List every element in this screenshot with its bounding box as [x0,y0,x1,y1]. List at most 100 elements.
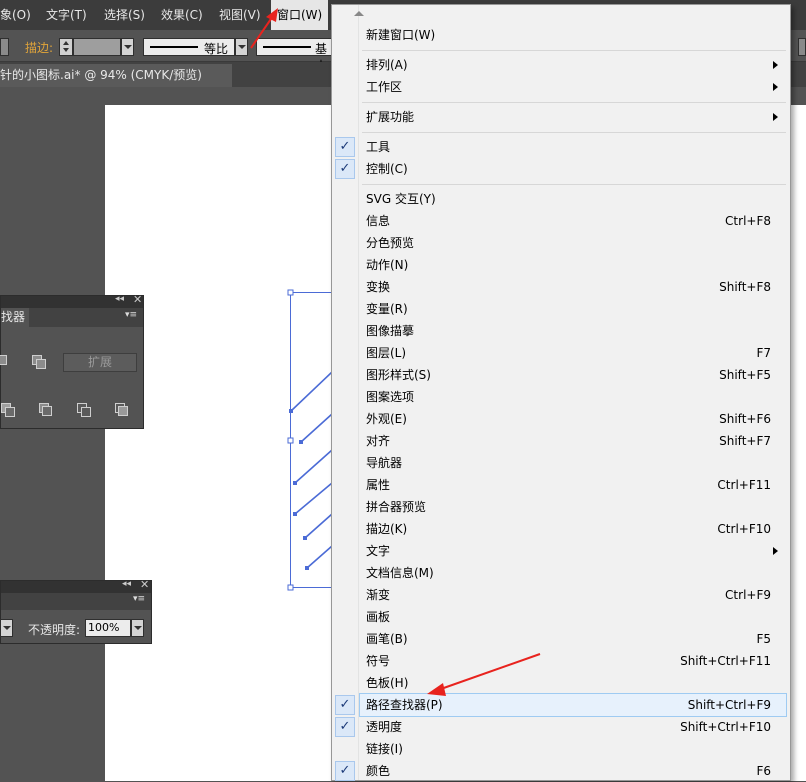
menu-item[interactable]: 新建窗口(W) [360,24,786,46]
menu-item-label: 属性 [366,478,391,492]
pathfinder-merge-icon[interactable] [77,403,91,417]
menu-effect[interactable]: 效果(C) [161,0,203,30]
menu-item[interactable]: 图像描摹 [360,320,786,342]
menu-item[interactable]: 变换 Shift+F8 [360,276,786,298]
menu-item[interactable]: 画板 [360,606,786,628]
menu-item[interactable]: 图层(L) F7 [360,342,786,364]
submenu-arrow-icon [773,61,778,69]
collapse-icon[interactable]: ◂◂ [115,294,124,304]
menu-item[interactable]: 图形样式(S) Shift+F5 [360,364,786,386]
menu-item[interactable]: 分色预览 [360,232,786,254]
menu-item[interactable]: 透明度 Shift+Ctrl+F10 [360,716,786,738]
pathfinder-divide-icon[interactable] [1,403,15,417]
menu-item-label: 对齐 [366,434,391,448]
menu-item[interactable]: 属性 Ctrl+F11 [360,474,786,496]
menu-view[interactable]: 视图(V) [219,0,261,30]
brush-definition[interactable]: 基本 [256,38,336,73]
expand-button[interactable]: 扩展 [63,353,137,372]
menu-item[interactable]: 图案选项 [360,386,786,408]
panel-menu-icon[interactable]: ▾≡ [133,594,145,604]
menu-item-label: 路径查找器(P) [366,698,443,712]
menu-item-shortcut: Shift+Ctrl+F11 [680,654,771,668]
checkmark-icon: ✓ [335,761,355,781]
pathfinder-trim-icon[interactable] [39,403,53,417]
profile-dropdown[interactable] [235,38,248,56]
menu-separator [362,102,786,103]
menu-window[interactable]: 窗口(W) [271,0,329,30]
right-edge-control[interactable] [798,38,806,56]
menu-item[interactable]: 路径查找器(P) Shift+Ctrl+F9 [359,693,787,717]
opacity-dropdown[interactable] [131,619,144,637]
menu-item[interactable]: 控制(C) [360,158,786,180]
fill-swatch-edge[interactable] [0,38,9,56]
menu-item-label: 画板 [366,610,391,624]
menu-item[interactable]: 符号 Shift+Ctrl+F11 [360,650,786,672]
menu-item-shortcut: Ctrl+F9 [725,588,771,602]
shape-mode-exclude-icon[interactable] [32,355,46,369]
panel-header[interactable]: ◂◂ ✕ [1,578,151,593]
menu-item[interactable]: 对齐 Shift+F7 [360,430,786,452]
pathfinder-crop-icon[interactable] [115,403,129,417]
submenu-arrow-icon [773,83,778,91]
variable-width-profile[interactable]: 等比 [143,38,235,56]
stroke-weight-input[interactable] [73,38,121,56]
menu-item-label: 动作(N) [366,258,409,272]
checkmark-icon: ✓ [335,159,355,179]
menu-item-label: 工作区 [366,80,403,94]
menu-item[interactable]: 色板(H) [360,672,786,694]
menu-item[interactable]: 动作(N) [360,254,786,276]
menu-item[interactable]: 信息 Ctrl+F8 [360,210,786,232]
selection-bounding-box [290,292,333,588]
menu-item-label: 图案选项 [366,390,415,404]
submenu-arrow-icon [773,113,778,121]
menu-item[interactable]: 扩展功能 [360,106,786,128]
scroll-up-arrow-icon[interactable] [354,11,364,16]
panel-tab-row: 找器 ▾≡ [1,308,143,327]
blend-mode-dropdown[interactable] [0,619,13,637]
menu-separator [362,184,786,185]
menu-item[interactable]: 画笔(B) F5 [360,628,786,650]
opacity-input[interactable]: 100% [85,619,131,637]
menu-item[interactable]: 导航器 [360,452,786,474]
menu-item-shortcut: Shift+Ctrl+F9 [687,698,771,712]
menu-item-label: 渐变 [366,588,391,602]
menu-item-shortcut: Ctrl+F11 [717,478,771,492]
menu-item-label: 图形样式(S) [366,368,431,382]
stroke-weight-stepper[interactable] [59,38,73,56]
menu-item[interactable]: 排列(A) [360,54,786,76]
panel-tab-row: ▾≡ [1,593,151,610]
menu-item-shortcut: Shift+F8 [719,280,771,294]
panel-header[interactable]: ◂◂ ✕ [1,293,143,308]
uniform-label: 等比 [204,42,229,56]
document-tab[interactable]: 针的小图标.ai* @ 94% (CMYK/预览) [0,64,232,87]
menu-item[interactable]: 工具 [360,136,786,158]
collapse-icon[interactable]: ◂◂ [122,579,131,589]
menu-item[interactable]: SVG 交互(Y) [360,188,786,210]
menu-item[interactable]: 变量(R) [360,298,786,320]
selected-artwork[interactable] [286,288,336,593]
menu-item[interactable]: 颜色 F6 [360,760,786,782]
menu-separator [362,132,786,133]
menu-item[interactable]: 外观(E) Shift+F6 [360,408,786,430]
menu-object[interactable]: 象(O) [0,0,31,30]
menu-item-label: 外观(E) [366,412,407,426]
shape-mode-intersect-icon[interactable] [0,355,11,369]
close-icon[interactable]: ✕ [140,578,149,591]
menu-item[interactable]: 渐变 Ctrl+F9 [360,584,786,606]
menu-type[interactable]: 文字(T) [46,0,87,30]
panel-menu-icon[interactable]: ▾≡ [125,310,137,320]
close-icon[interactable]: ✕ [133,293,142,306]
stroke-weight-dropdown[interactable] [121,38,134,56]
menu-item[interactable]: 拼合器预览 [360,496,786,518]
menu-item[interactable]: 描边(K) Ctrl+F10 [360,518,786,540]
menu-item[interactable]: 文字 [360,540,786,562]
menu-item[interactable]: 链接(I) [360,738,786,760]
menu-item[interactable]: 文档信息(M) [360,562,786,584]
menu-item-label: 新建窗口(W) [366,28,436,42]
menu-gutter [332,5,359,780]
menu-item-label: 分色预览 [366,236,415,250]
pathfinder-tab[interactable]: 找器 [1,308,30,327]
menu-select[interactable]: 选择(S) [104,0,145,30]
menu-item-label: 变量(R) [366,302,408,316]
menu-item[interactable]: 工作区 [360,76,786,98]
